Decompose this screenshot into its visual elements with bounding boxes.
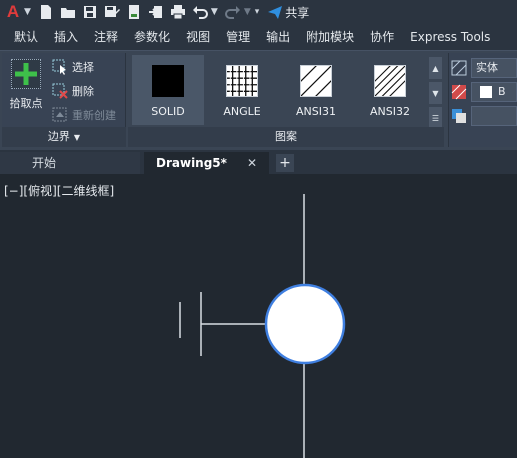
tab-manage[interactable]: 管理 [218, 24, 258, 50]
background-color-icon [452, 109, 466, 123]
boundary-title-text: 边界 [47, 130, 70, 143]
plot-printer-icon[interactable] [169, 3, 187, 21]
tab-addins[interactable]: 附加模块 [298, 24, 362, 50]
pattern-title-text: 图案 [275, 130, 297, 143]
share-label: 共享 [285, 5, 310, 20]
tab-drawing5[interactable]: Drawing5* ✕ [144, 152, 269, 174]
open-folder-icon[interactable] [59, 3, 77, 21]
color-swatch [480, 86, 492, 98]
hatch-type-select[interactable]: 实体 [471, 58, 517, 78]
tab-default[interactable]: 默认 [6, 24, 46, 50]
ribbon-panel-area: 拾取点 选择 删除 重新创建 边界 ▼ SOLID ANGLE ANSI31 A… [0, 50, 517, 150]
hatched-circle[interactable] [264, 283, 346, 365]
hatch-color-row: B [451, 81, 517, 103]
recreate-boundary-icon [52, 107, 67, 122]
redo-dropdown-icon[interactable]: ▼ [244, 7, 251, 17]
undo-dropdown-icon[interactable]: ▼ [211, 7, 218, 17]
scroll-down-icon[interactable]: ▼ [429, 82, 442, 104]
tab-parametric[interactable]: 参数化 [126, 24, 178, 50]
ansi32-pattern-preview [374, 65, 406, 97]
expand-panel-icon: ▼ [73, 133, 81, 142]
pattern-ansi31[interactable]: ANSI31 [280, 55, 352, 125]
hatch-type-row: 实体 [451, 57, 517, 79]
close-icon[interactable]: ✕ [247, 152, 257, 174]
pick-points-button[interactable]: 拾取点 [6, 57, 46, 117]
drawing-geometry [179, 194, 346, 458]
pattern-ansi32[interactable]: ANSI32 [354, 55, 426, 125]
recreate-boundary-button[interactable]: 重新创建 [52, 105, 116, 125]
background-color-row [451, 105, 517, 127]
select-objects-button[interactable]: 选择 [52, 57, 94, 77]
tab-annotate[interactable]: 注释 [86, 24, 126, 50]
delete-label: 删除 [72, 85, 94, 98]
select-cursor-icon [52, 59, 66, 75]
application-menu-button[interactable]: A [2, 1, 24, 23]
pattern-name: ANGLE [223, 105, 261, 118]
tab-collaborate[interactable]: 协作 [362, 24, 402, 50]
tab-start[interactable]: 开始 [0, 152, 140, 174]
solid-pattern-preview [152, 65, 184, 97]
share-button[interactable]: 共享 [267, 4, 309, 21]
file-tab-bar: 开始 Drawing5* ✕ + [0, 150, 517, 174]
scroll-up-icon[interactable]: ▲ [429, 57, 442, 79]
hatch-color-select[interactable]: B [471, 82, 517, 102]
gallery-expand-icon[interactable]: ☰ [429, 107, 442, 129]
paper-plane-icon [268, 6, 283, 19]
hatch-color-icon [451, 84, 467, 100]
tab-insert[interactable]: 插入 [46, 24, 86, 50]
hatch-type-icon [451, 60, 467, 76]
new-tab-button[interactable]: + [276, 154, 294, 172]
hatch-color-label: B [498, 85, 506, 98]
pattern-gallery-scroll: ▲ ▼ ☰ [429, 57, 442, 129]
pick-points-label: 拾取点 [9, 97, 43, 110]
ribbon-tab-bar: 默认 插入 注释 参数化 视图 管理 输出 附加模块 协作 Express To… [0, 24, 517, 50]
boundary-panel-title[interactable]: 边界 ▼ [2, 127, 126, 147]
pattern-name: SOLID [151, 105, 185, 118]
import-icon[interactable] [147, 3, 165, 21]
properties-panel: 实体 B [448, 53, 517, 147]
recreate-label: 重新创建 [72, 109, 116, 122]
drawing-canvas[interactable]: [−][俯视][二维线框] [0, 174, 517, 458]
tab-view[interactable]: 视图 [178, 24, 218, 50]
pattern-name: ANSI32 [370, 105, 410, 118]
pattern-name: ANSI31 [296, 105, 336, 118]
boundary-panel: 拾取点 选择 删除 重新创建 边界 ▼ [2, 53, 126, 147]
ansi31-pattern-preview [300, 65, 332, 97]
pattern-panel: SOLID ANGLE ANSI31 ANSI32 ▲ ▼ ☰ 图案 [128, 53, 444, 147]
background-color-select[interactable] [471, 106, 517, 126]
pattern-solid[interactable]: SOLID [132, 55, 204, 125]
quick-access-toolbar: A ▼ ▼ ▼ ▾ 共享 [0, 0, 517, 24]
tab-output[interactable]: 输出 [258, 24, 298, 50]
save-icon[interactable] [81, 3, 99, 21]
tab-express-tools[interactable]: Express Tools [402, 24, 498, 50]
tab-drawing-label: Drawing5* [156, 156, 227, 170]
new-file-icon[interactable] [37, 3, 55, 21]
pattern-panel-title: 图案 [128, 127, 444, 147]
tab-start-label: 开始 [32, 156, 57, 170]
delete-boundary-button[interactable]: 删除 [52, 81, 94, 101]
chevron-down-icon[interactable]: ▼ [24, 7, 31, 17]
publish-web-icon[interactable] [125, 3, 143, 21]
pick-points-icon [11, 59, 41, 89]
angle-pattern-preview [226, 65, 258, 97]
pattern-angle[interactable]: ANGLE [206, 55, 278, 125]
undo-icon[interactable] [191, 3, 209, 21]
redo-icon[interactable] [224, 3, 242, 21]
remove-boundary-icon [52, 83, 68, 99]
select-label: 选择 [72, 61, 94, 74]
customize-toolbar-icon[interactable]: ▾ [255, 7, 260, 17]
save-as-icon[interactable] [103, 3, 121, 21]
autocad-logo-icon: A [6, 2, 20, 21]
